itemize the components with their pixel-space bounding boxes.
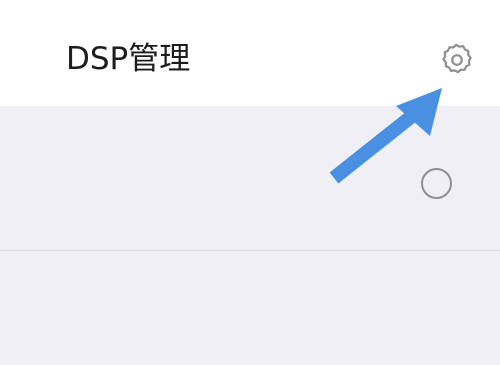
gear-icon xyxy=(442,43,472,74)
empty-content-area xyxy=(0,252,500,365)
page-title: DSP管理 xyxy=(66,41,191,77)
nav-header: DSP管理 xyxy=(0,0,500,106)
radio-button[interactable] xyxy=(421,168,452,199)
settings-button[interactable] xyxy=(439,42,475,78)
